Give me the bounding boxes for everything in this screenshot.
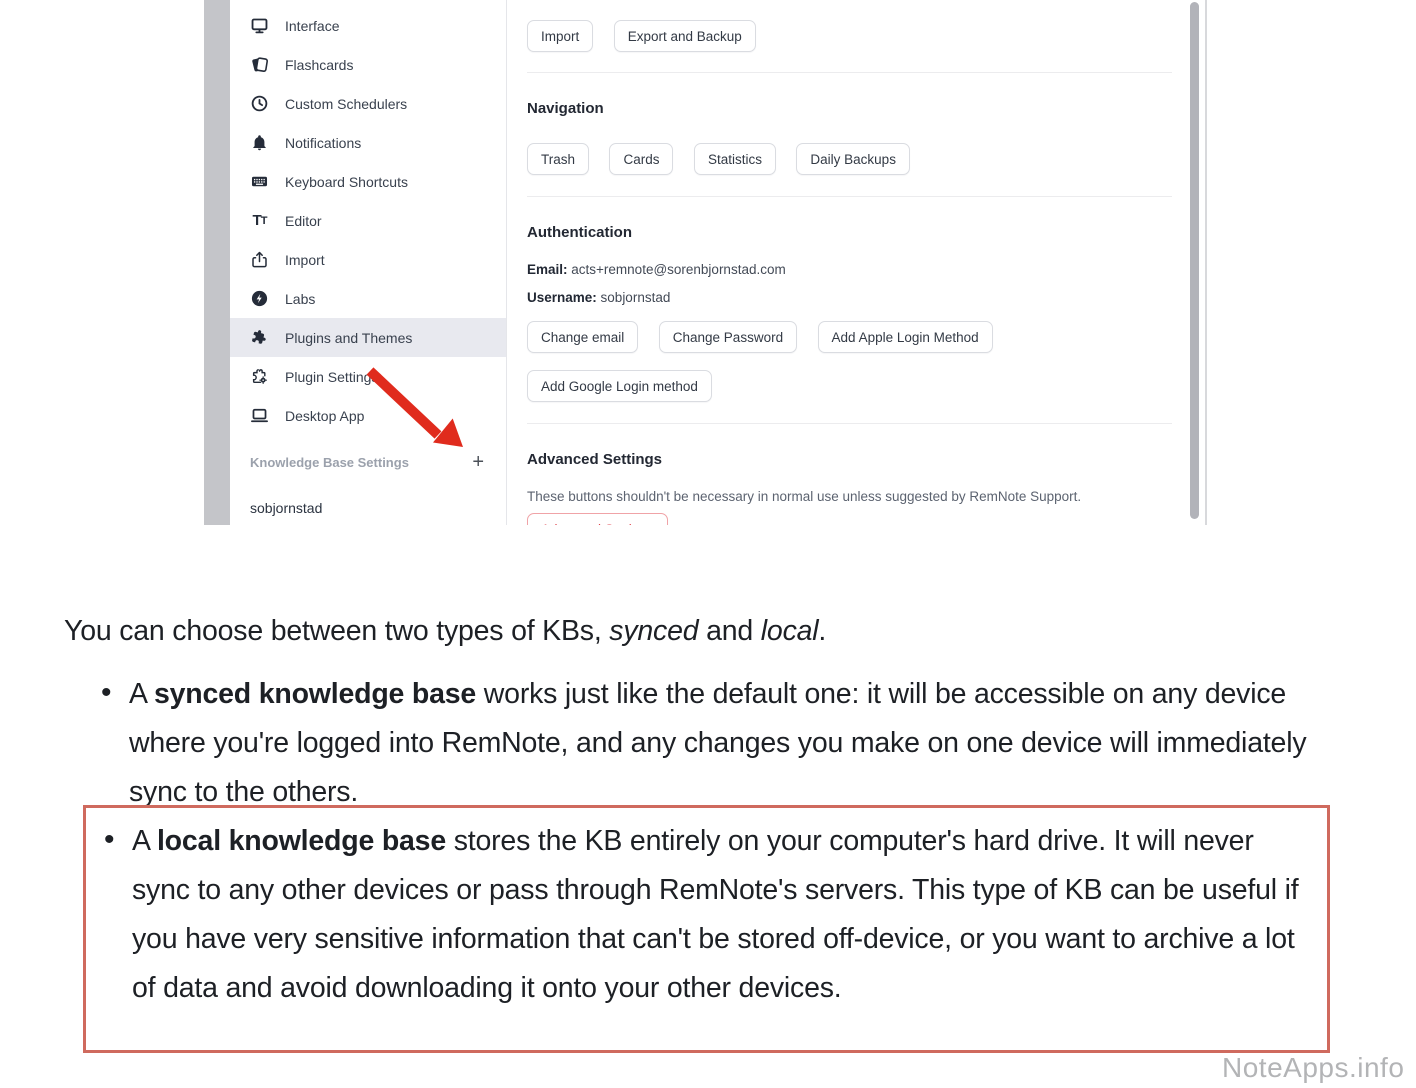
sidebar-item-label: Plugins and Themes xyxy=(285,330,412,346)
export-and-backup-button[interactable]: Export and Backup xyxy=(614,20,756,52)
noteapps-watermark: NoteApps.info xyxy=(1222,1052,1404,1084)
sidebar-item-custom-schedulers[interactable]: Custom Schedulers xyxy=(230,84,506,123)
bullet-bold-text: synced knowledge base xyxy=(154,678,476,710)
sidebar-item-label: Plugin Settings xyxy=(285,369,378,385)
sidebar-item-label: Editor xyxy=(285,213,322,229)
sidebar-item-labs[interactable]: Labs xyxy=(230,279,506,318)
add-knowledge-base-button[interactable]: + xyxy=(472,452,484,472)
email-row: Email: acts+remnote@sorenbjornstad.com xyxy=(527,260,1172,279)
auth-button-row: Change email Change Password Add Apple L… xyxy=(527,321,1172,353)
sidebar-item-plugins-and-themes[interactable]: Plugins and Themes xyxy=(230,318,506,357)
list-item-synced-kb: • A synced knowledge base works just lik… xyxy=(101,670,1314,817)
divider xyxy=(527,196,1172,197)
email-value: acts+remnote@sorenbjornstad.com xyxy=(571,262,785,277)
change-email-button[interactable]: Change email xyxy=(527,321,638,353)
puzzle-gear-icon xyxy=(250,367,269,386)
remnote-settings-screenshot: Interface Flashcards Custom Schedulers xyxy=(204,0,1212,525)
sidebar-item-list: Interface Flashcards Custom Schedulers xyxy=(230,0,506,435)
intro-paragraph: You can choose between two types of KBs,… xyxy=(64,615,826,648)
text-editor-icon: TT xyxy=(250,211,269,230)
window-edge-line xyxy=(1205,0,1207,525)
sidebar-item-label: Import xyxy=(285,252,325,268)
email-label: Email: xyxy=(527,262,568,277)
sidebar-item-plugin-settings[interactable]: Plugin Settings xyxy=(230,357,506,396)
window-left-scrollbar[interactable] xyxy=(204,0,230,525)
bullet-marker: • xyxy=(101,668,112,717)
intro-italic-local: local xyxy=(761,615,819,647)
username-row: Username: sobjornstad xyxy=(527,288,1172,307)
list-item-text: A synced knowledge base works just like … xyxy=(129,670,1314,817)
intro-italic-synced: synced xyxy=(609,615,698,647)
knowledge-base-settings-header: Knowledge Base Settings + xyxy=(230,447,506,477)
trash-button[interactable]: Trash xyxy=(527,143,589,175)
keyboard-icon xyxy=(250,172,269,191)
sidebar-item-label: Notifications xyxy=(285,135,361,151)
google-login-row: Add Google Login method xyxy=(527,370,1172,402)
add-google-login-button[interactable]: Add Google Login method xyxy=(527,370,712,402)
sidebar-item-notifications[interactable]: Notifications xyxy=(230,123,506,162)
intro-text: and xyxy=(698,615,760,647)
authentication-section-title: Authentication xyxy=(527,223,1172,243)
advanced-settings-button[interactable]: Advanced Settings xyxy=(527,513,668,525)
red-highlight-box: • A local knowledge base stores the KB e… xyxy=(83,805,1330,1053)
upload-share-icon xyxy=(250,250,269,269)
flashcards-icon xyxy=(250,55,269,74)
advanced-settings-section-title: Advanced Settings xyxy=(527,450,1172,470)
bullet-bold-text: local knowledge base xyxy=(157,825,446,857)
add-apple-login-button[interactable]: Add Apple Login Method xyxy=(818,321,993,353)
advanced-settings-description: These buttons shouldn't be necessary in … xyxy=(527,487,1172,506)
username-label: Username: xyxy=(527,290,597,305)
intro-text: You can choose between two types of KBs, xyxy=(64,615,609,647)
sidebar-item-label: Labs xyxy=(285,291,315,307)
kb-settings-label: Knowledge Base Settings xyxy=(250,455,409,470)
sidebar-item-label: Interface xyxy=(285,18,339,34)
labs-bolt-icon xyxy=(250,289,269,308)
bullet-text: A xyxy=(129,678,154,710)
navigation-section-title: Navigation xyxy=(527,99,1172,119)
sidebar-item-label: Desktop App xyxy=(285,408,364,424)
top-button-row: Import Export and Backup xyxy=(527,20,1172,52)
bullet-text: A xyxy=(132,825,157,857)
username-value: sobjornstad xyxy=(601,290,671,305)
sidebar-item-label: Custom Schedulers xyxy=(285,96,407,112)
puzzle-icon xyxy=(250,328,269,347)
list-item-text: A local knowledge base stores the KB ent… xyxy=(132,817,1317,1013)
settings-sidebar: Interface Flashcards Custom Schedulers xyxy=(230,0,507,525)
divider xyxy=(527,423,1172,424)
vertical-scrollbar-thumb[interactable] xyxy=(1190,2,1199,519)
documentation-page: Interface Flashcards Custom Schedulers xyxy=(0,0,1416,1088)
change-password-button[interactable]: Change Password xyxy=(659,321,797,353)
advanced-button-row: Advanced Settings xyxy=(527,513,1172,525)
list-item-local-kb: • A local knowledge base stores the KB e… xyxy=(104,817,1317,1013)
monitor-icon xyxy=(250,16,269,35)
sidebar-item-keyboard-shortcuts[interactable]: Keyboard Shortcuts xyxy=(230,162,506,201)
sidebar-item-flashcards[interactable]: Flashcards xyxy=(230,45,506,84)
bell-icon xyxy=(250,133,269,152)
sidebar-item-label: Keyboard Shortcuts xyxy=(285,174,408,190)
daily-backups-button[interactable]: Daily Backups xyxy=(796,143,910,175)
laptop-icon xyxy=(250,406,269,425)
intro-text: . xyxy=(818,615,826,647)
sidebar-item-interface[interactable]: Interface xyxy=(230,6,506,45)
sidebar-item-import[interactable]: Import xyxy=(230,240,506,279)
settings-content-panel: Import Export and Backup Navigation Tras… xyxy=(527,0,1172,525)
cards-button[interactable]: Cards xyxy=(609,143,673,175)
bullet-marker: • xyxy=(104,815,115,864)
navigation-button-row: Trash Cards Statistics Daily Backups xyxy=(527,143,1172,175)
sidebar-item-desktop-app[interactable]: Desktop App xyxy=(230,396,506,435)
sidebar-item-editor[interactable]: TT Editor xyxy=(230,201,506,240)
clock-icon xyxy=(250,94,269,113)
divider xyxy=(527,72,1172,73)
sidebar-item-label: Flashcards xyxy=(285,57,353,73)
statistics-button[interactable]: Statistics xyxy=(694,143,776,175)
knowledge-base-item-sobjornstad[interactable]: sobjornstad xyxy=(230,493,506,523)
import-button[interactable]: Import xyxy=(527,20,593,52)
